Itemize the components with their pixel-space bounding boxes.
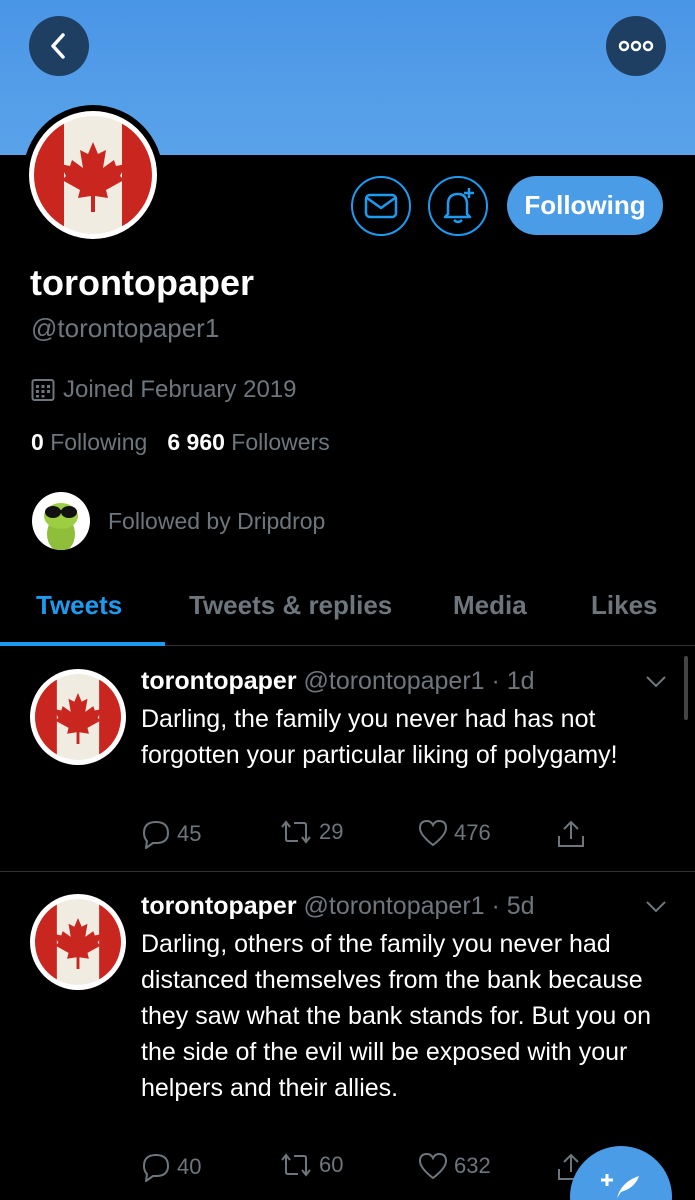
bell-plus-icon bbox=[443, 188, 474, 224]
tweet-item[interactable]: torontopaper @torontopaper1 · 5d Darling… bbox=[0, 872, 695, 1200]
followed-by[interactable]: Followed by Dripdrop bbox=[32, 492, 325, 550]
reply-icon bbox=[143, 1154, 169, 1182]
tweet-text: Darling, the family you never had has no… bbox=[141, 705, 618, 769]
retweet-icon bbox=[281, 820, 311, 844]
calendar-icon bbox=[31, 379, 55, 401]
envelope-icon bbox=[364, 193, 398, 219]
retweet-icon bbox=[281, 1153, 311, 1177]
chevron-down-icon[interactable] bbox=[645, 900, 667, 914]
followed-by-text: Followed by Dripdrop bbox=[108, 507, 326, 534]
following-count[interactable]: 0 Following bbox=[31, 429, 147, 456]
ellipsis-icon bbox=[618, 40, 654, 52]
notifications-button[interactable] bbox=[428, 176, 488, 236]
compose-feather-icon bbox=[601, 1174, 639, 1198]
chevron-left-icon bbox=[51, 33, 65, 59]
like-count: 632 bbox=[454, 1153, 491, 1178]
retweet-button[interactable]: 29 bbox=[279, 819, 343, 845]
tweet-header: torontopaper @torontopaper1 · 1d bbox=[141, 667, 535, 696]
back-button[interactable] bbox=[29, 16, 89, 76]
message-button[interactable] bbox=[351, 176, 411, 236]
tab-tweets[interactable]: Tweets bbox=[36, 590, 122, 621]
retweet-count: 29 bbox=[319, 819, 344, 844]
tab-likes[interactable]: Likes bbox=[591, 590, 658, 621]
tweet-author-name[interactable]: torontopaper bbox=[141, 892, 297, 920]
tweet-avatar[interactable] bbox=[30, 894, 126, 990]
retweet-count: 60 bbox=[319, 1152, 344, 1177]
reply-count: 40 bbox=[177, 1154, 202, 1179]
tweet-item[interactable]: torontopaper @torontopaper1 · 1d Darling… bbox=[0, 647, 695, 872]
profile-avatar[interactable] bbox=[23, 105, 163, 245]
reply-button[interactable]: 45 bbox=[141, 819, 201, 849]
joined-date: Joined February 2019 bbox=[31, 376, 296, 404]
tweet-header: torontopaper @torontopaper1 · 5d bbox=[141, 892, 535, 921]
tweet-text: Darling, others of the family you never … bbox=[141, 930, 652, 1102]
reply-icon bbox=[143, 821, 169, 849]
heart-icon bbox=[418, 819, 448, 847]
tweet-meta: @torontopaper1 · 1d bbox=[303, 667, 535, 695]
reply-button[interactable]: 40 bbox=[141, 1152, 201, 1182]
chevron-down-icon[interactable] bbox=[645, 675, 667, 689]
reply-count: 45 bbox=[177, 821, 202, 846]
share-icon bbox=[558, 820, 584, 847]
followers-count[interactable]: 6 960 Followers bbox=[167, 429, 329, 456]
tweet-author-name[interactable]: torontopaper bbox=[141, 667, 297, 695]
joined-text: Joined February 2019 bbox=[63, 376, 297, 403]
tweet-actions: 40 60 632 bbox=[141, 1152, 601, 1186]
active-tab-indicator bbox=[0, 642, 165, 646]
more-options-button[interactable] bbox=[606, 16, 666, 76]
profile-tabs: Tweets Tweets & replies Media Likes bbox=[0, 574, 695, 646]
tweet-actions: 45 29 476 bbox=[141, 819, 601, 853]
tweet-avatar[interactable] bbox=[30, 669, 126, 765]
follow-counts: 0 Following 6 960 Followers bbox=[31, 429, 330, 456]
tab-media[interactable]: Media bbox=[453, 590, 527, 621]
tab-tweets-replies[interactable]: Tweets & replies bbox=[189, 590, 392, 621]
following-button[interactable]: Following bbox=[507, 176, 663, 235]
heart-icon bbox=[418, 1152, 448, 1180]
canada-flag-avatar bbox=[29, 111, 157, 239]
share-button[interactable] bbox=[556, 819, 586, 849]
retweet-button[interactable]: 60 bbox=[279, 1152, 343, 1178]
like-button[interactable]: 476 bbox=[418, 819, 491, 847]
like-button[interactable]: 632 bbox=[418, 1152, 491, 1180]
display-name: torontopaper bbox=[30, 262, 254, 303]
user-handle: @torontopaper1 bbox=[31, 313, 220, 343]
follower-avatar bbox=[32, 492, 90, 550]
like-count: 476 bbox=[454, 820, 491, 845]
tweet-meta: @torontopaper1 · 5d bbox=[303, 892, 535, 920]
